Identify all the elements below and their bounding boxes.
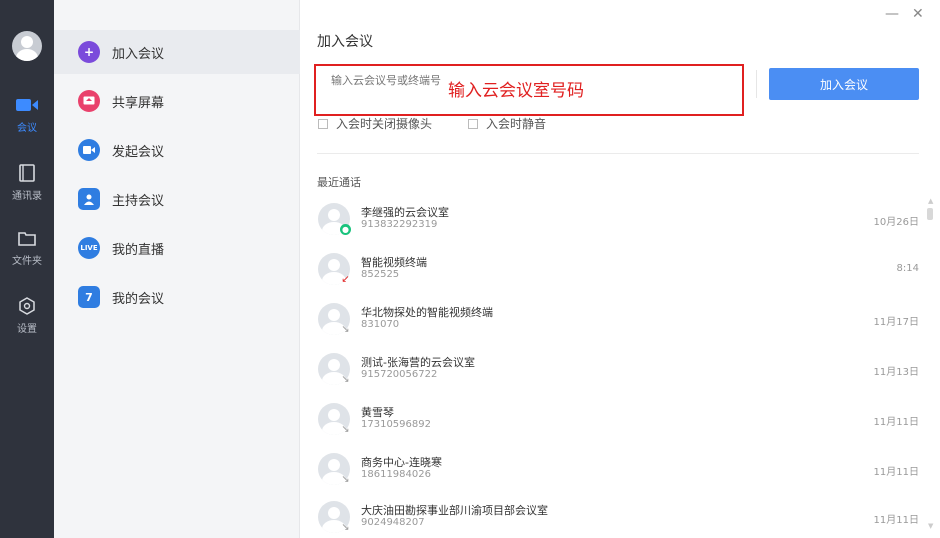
rail-label: 设置 — [17, 324, 37, 335]
call-number: 913832292319 — [361, 219, 438, 230]
rail-item-settings[interactable]: 设置 — [0, 296, 54, 348]
calendar-icon: 7 — [78, 286, 100, 308]
call-arrow-icon: ↘ — [341, 424, 350, 435]
menu-item-join-meeting[interactable]: + 加入会议 — [54, 30, 300, 74]
plus-icon: + — [78, 41, 100, 63]
call-name: 商务中心-连晓寒 — [361, 456, 442, 469]
call-number: 18611984026 — [361, 469, 431, 480]
rail-item-folder[interactable]: 文件夹 — [0, 228, 54, 280]
rail-item-contacts[interactable]: 通讯录 — [0, 163, 54, 215]
secondary-menu: + 加入会议 共享屏幕 发起会议 主持会议 LIVE 我的直播 7 我的会议 — [54, 0, 300, 538]
divider — [756, 70, 757, 98]
call-name: 华北物探处的智能视频终端 — [361, 306, 493, 319]
settings-icon — [16, 296, 38, 316]
call-arrow-icon: ↘ — [341, 522, 350, 533]
call-time: 10月26日 — [873, 217, 919, 228]
call-number: 852525 — [361, 269, 400, 280]
join-meeting-button[interactable]: 加入会议 — [769, 68, 919, 100]
missed-call-arrow-icon: ↙ — [341, 274, 350, 285]
call-name: 测试-张海营的云会议室 — [361, 356, 475, 369]
app-window: 会议 通讯录 文件夹 设置 + 加入会议 共享屏幕 发起会议 主持会议 LIVE… — [0, 0, 940, 538]
menu-item-label: 共享屏幕 — [112, 95, 165, 111]
scroll-down-icon[interactable]: ▼ — [928, 522, 933, 530]
list-item[interactable]: ↘ 测试-张海营的云会议室 915720056722 11月13日 — [300, 348, 940, 398]
menu-item-my-meetings[interactable]: 7 我的会议 — [54, 275, 300, 319]
list-item[interactable]: ↘ 大庆油田勘探事业部川渝项目部会议室 9024948207 11月11日 — [300, 496, 940, 538]
call-arrow-icon: ↘ — [341, 324, 350, 335]
menu-item-label: 我的直播 — [112, 242, 165, 258]
page-title: 加入会议 — [317, 34, 373, 50]
option-label: 入会时关闭摄像头 — [336, 117, 433, 131]
option-label: 入会时静音 — [486, 117, 547, 131]
call-time: 11月11日 — [873, 467, 919, 478]
call-arrow-icon: ↘ — [341, 474, 350, 485]
call-number: 831070 — [361, 319, 400, 330]
scroll-up-icon[interactable]: ▲ — [928, 197, 933, 205]
minimize-icon[interactable]: — — [885, 6, 899, 22]
folder-icon — [16, 228, 38, 248]
contacts-icon — [16, 163, 38, 183]
call-name: 黄雪琴 — [361, 406, 394, 419]
call-arrow-icon: ↘ — [341, 374, 350, 385]
menu-item-share-screen[interactable]: 共享屏幕 — [54, 79, 300, 123]
call-time: 11月11日 — [873, 417, 919, 428]
camera-off-option[interactable]: 入会时关闭摄像头 — [318, 115, 432, 132]
main-panel: — ✕ 加入会议 输入云会议室号码 加入会议 入会时关闭摄像头 入会时静音 最近… — [300, 0, 940, 538]
menu-item-host-meeting[interactable]: 主持会议 — [54, 177, 300, 221]
mute-option[interactable]: 入会时静音 — [468, 115, 546, 132]
cloud-room-badge-icon: ● — [340, 224, 351, 235]
live-icon: LIVE — [78, 237, 100, 259]
host-icon — [78, 188, 100, 210]
share-screen-icon — [78, 90, 100, 112]
menu-item-label: 发起会议 — [112, 144, 165, 160]
call-time: 11月11日 — [873, 515, 919, 526]
menu-item-label: 主持会议 — [112, 193, 165, 209]
call-time: 11月13日 — [873, 367, 919, 378]
call-name: 李继强的云会议室 — [361, 206, 449, 219]
rail-label: 通讯录 — [12, 191, 42, 202]
menu-item-start-meeting[interactable]: 发起会议 — [54, 128, 300, 172]
menu-item-label: 我的会议 — [112, 291, 165, 307]
call-number: 915720056722 — [361, 369, 438, 380]
list-item[interactable]: ↘ 商务中心-连晓寒 18611984026 11月11日 — [300, 448, 940, 498]
user-avatar[interactable] — [12, 31, 42, 61]
camera-icon — [16, 95, 38, 115]
call-time: 11月17日 — [873, 317, 919, 328]
list-item[interactable]: ● 李继强的云会议室 913832292319 10月26日 — [300, 198, 940, 248]
list-item[interactable]: ↙ 智能视频终端 852525 8:14 — [300, 248, 940, 298]
call-number: 9024948207 — [361, 517, 425, 528]
menu-item-label: 加入会议 — [112, 46, 165, 62]
checkbox-icon[interactable] — [468, 118, 478, 129]
call-name: 智能视频终端 — [361, 256, 427, 269]
divider — [317, 153, 919, 154]
call-time: 8:14 — [896, 263, 919, 274]
menu-item-my-live[interactable]: LIVE 我的直播 — [54, 226, 300, 270]
rail-label: 文件夹 — [12, 256, 42, 267]
left-rail: 会议 通讯录 文件夹 设置 — [0, 0, 54, 538]
list-item[interactable]: ↘ 黄雪琴 17310596892 11月11日 — [300, 398, 940, 448]
call-number: 17310596892 — [361, 419, 431, 430]
call-name: 大庆油田勘探事业部川渝项目部会议室 — [361, 504, 548, 517]
close-icon[interactable]: ✕ — [912, 6, 924, 22]
annotation-text: 输入云会议室号码 — [448, 81, 584, 101]
checkbox-icon[interactable] — [318, 118, 328, 129]
rail-item-meetings[interactable]: 会议 — [0, 95, 54, 147]
rail-label: 会议 — [17, 123, 37, 134]
list-item[interactable]: ↘ 华北物探处的智能视频终端 831070 11月17日 — [300, 298, 940, 348]
video-icon — [78, 139, 100, 161]
scrollbar-thumb[interactable] — [927, 208, 933, 220]
recent-calls-heading: 最近通话 — [317, 176, 361, 189]
